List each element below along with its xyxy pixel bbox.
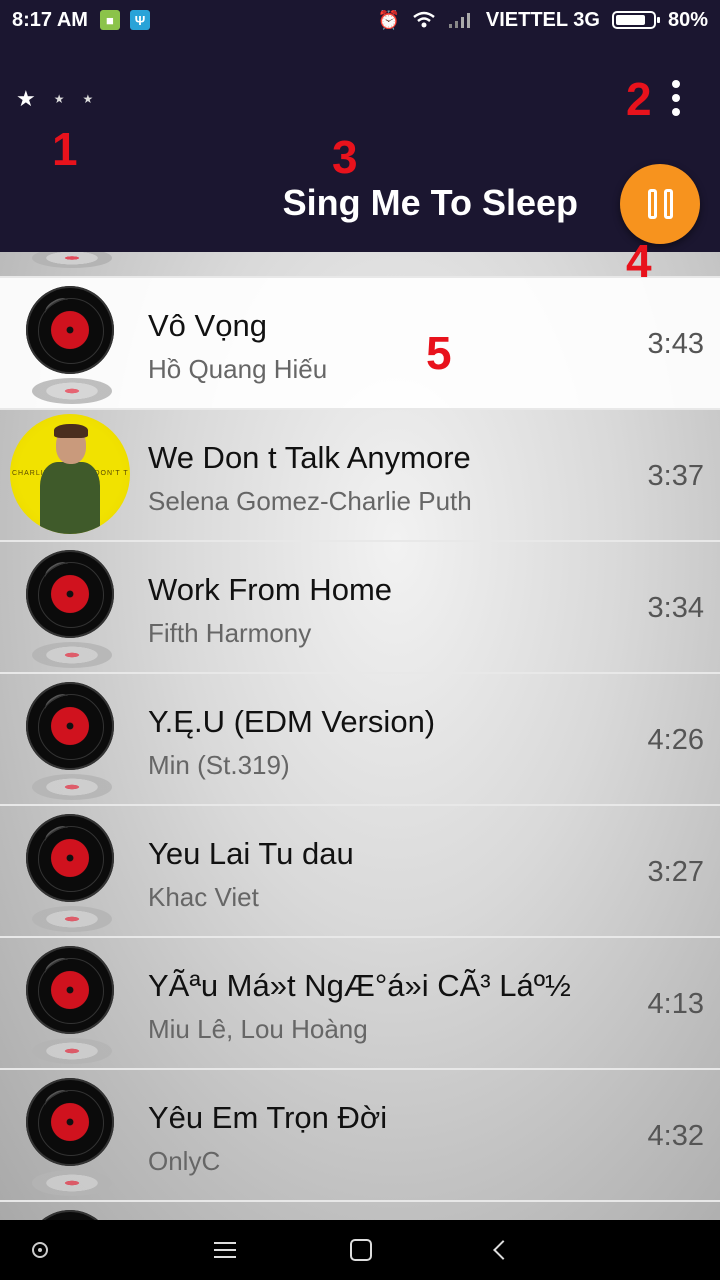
song-duration: 3:27 — [647, 856, 704, 888]
pause-button[interactable] — [620, 164, 700, 244]
usb-icon: Ψ — [129, 10, 150, 30]
star-icon-active: ★ — [16, 86, 36, 111]
song-duration: 4:32 — [647, 1120, 704, 1152]
carrier-label: VIETTEL 3G — [485, 8, 600, 31]
battery-level: 80% — [667, 8, 708, 31]
song-row[interactable]: Yeu Lai Tu dau Khac Viet 3:27 — [0, 806, 720, 938]
song-artist: Hồ Quang Hiếu — [148, 354, 328, 384]
menu-icon — [214, 1242, 236, 1258]
circle-icon — [32, 1242, 48, 1258]
song-title: Vô Vọng — [148, 308, 267, 343]
wifi-icon — [413, 11, 435, 28]
song-row[interactable]: Yêu Em Trọn Đời OnlyC 4:32 — [0, 1070, 720, 1202]
song-artist: Selena Gomez-Charlie Puth — [148, 486, 472, 516]
song-list[interactable]: Vô Vọng Hồ Quang Hiếu 3:43 CHARLIE PUTH … — [0, 252, 720, 1220]
song-title: Y.Ę.U (EDM Version) — [148, 704, 436, 739]
song-duration: 3:43 — [647, 328, 704, 360]
page-indicator[interactable]: ★ ★ ★ — [16, 86, 93, 112]
song-row[interactable]: YÃªu Má»t NgÆ°á»i CÃ³ Láº½ Miu Lê, Lou H… — [0, 938, 720, 1070]
song-artist: Fifth Harmony — [148, 618, 312, 648]
now-playing-title[interactable]: Sing Me To Sleep — [283, 182, 578, 224]
song-artist: Miu Lê, Lou Hoàng — [148, 1014, 368, 1044]
vinyl-icon — [24, 944, 116, 1064]
signal-icon — [448, 13, 470, 28]
overflow-menu-icon[interactable] — [666, 80, 686, 116]
song-artist: Khac Viet — [148, 882, 259, 912]
song-row[interactable]: Work From Home Fifth Harmony 3:34 — [0, 542, 720, 674]
vinyl-icon — [24, 680, 116, 800]
song-title: YÃªu Má»t NgÆ°á»i CÃ³ Láº½ — [148, 968, 571, 1003]
back-arrow-icon — [493, 1240, 513, 1260]
annotation-2: 2 — [626, 73, 652, 125]
square-icon — [350, 1239, 372, 1261]
vinyl-shadow — [32, 252, 112, 268]
pause-icon — [647, 189, 657, 219]
annotation-3: 3 — [332, 131, 358, 183]
battery-icon — [611, 11, 660, 29]
song-row[interactable]: CHARLIE PUTH WE DON'T TALK ANYMORE We Do… — [0, 410, 720, 542]
song-row-partial[interactable] — [0, 1202, 720, 1220]
song-artist: OnlyC — [148, 1146, 221, 1176]
song-title: Work From Home — [148, 572, 393, 607]
vinyl-icon — [24, 1076, 116, 1196]
assistant-button[interactable] — [22, 1232, 58, 1268]
menu-button[interactable] — [207, 1232, 243, 1268]
song-row[interactable]: Y.Ę.U (EDM Version) Min (St.319) 4:26 — [0, 674, 720, 806]
song-title: Yeu Lai Tu dau — [148, 836, 354, 871]
vinyl-icon — [24, 284, 116, 404]
player-header: ★ ★ ★ Sing Me To Sleep — [0, 40, 720, 252]
song-title: Yêu Em Trọn Đời — [148, 1100, 388, 1135]
song-duration: 4:26 — [647, 724, 704, 756]
android-icon: ■ — [99, 10, 120, 30]
annotation-4: 4 — [626, 235, 652, 287]
annotation-5: 5 — [426, 327, 452, 379]
annotation-1: 1 — [52, 123, 78, 175]
partial-row — [0, 252, 720, 278]
song-duration: 3:34 — [647, 592, 704, 624]
vinyl-icon — [24, 1208, 116, 1220]
song-artist: Min (St.319) — [148, 750, 290, 780]
alarm-icon: ⏰ — [377, 9, 400, 30]
home-button[interactable] — [343, 1232, 379, 1268]
star-icon: ★ — [53, 92, 65, 106]
star-icon: ★ — [82, 92, 94, 106]
vinyl-icon — [24, 548, 116, 668]
vinyl-icon — [24, 812, 116, 932]
album-art: CHARLIE PUTH WE DON'T TALK ANYMORE — [10, 414, 130, 534]
system-nav-bar — [0, 1220, 720, 1280]
back-button[interactable] — [482, 1232, 518, 1268]
song-duration: 4:13 — [647, 988, 704, 1020]
song-row[interactable]: Vô Vọng Hồ Quang Hiếu 3:43 — [0, 278, 720, 410]
song-duration: 3:37 — [647, 460, 704, 492]
song-title: We Don t Talk Anymore — [148, 440, 471, 475]
status-bar: 8:17 AM ■ Ψ ⏰ VIETTEL 3G 80% — [0, 0, 720, 40]
status-time: 8:17 AM — [12, 8, 88, 31]
